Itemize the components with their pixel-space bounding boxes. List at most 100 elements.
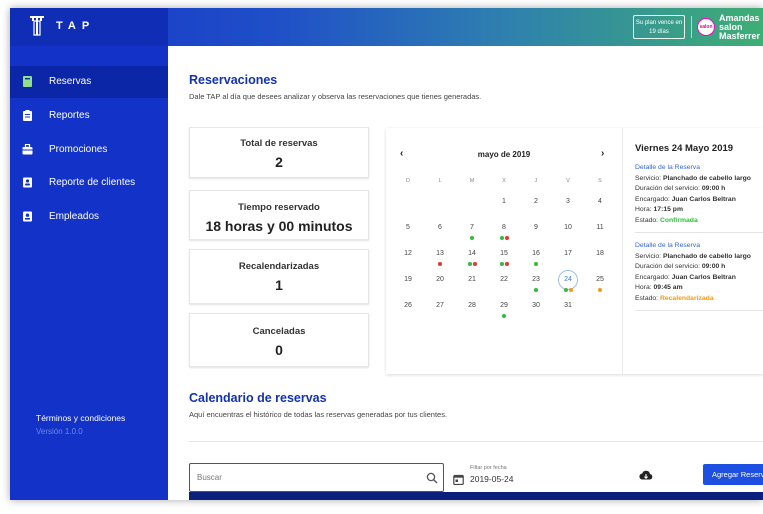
event-marker-red (504, 236, 509, 240)
calendar-day[interactable]: 14 (462, 250, 482, 257)
calendar-day[interactable]: 22 (494, 276, 514, 283)
stat-card-total: Total de reservas 2 (189, 127, 369, 178)
sidebar-item-reporte-clientes[interactable]: Reporte de clientes (10, 167, 168, 199)
avatar[interactable]: salon (697, 18, 715, 36)
weekday-header: J (534, 178, 538, 184)
calendar-day[interactable]: 17 (558, 250, 578, 257)
weekday-header: S (598, 178, 602, 184)
status-badge: Confirmada (659, 216, 698, 224)
calendar-day[interactable]: 13 (430, 250, 450, 257)
date-filter-value[interactable]: 2019-05-24 (470, 474, 513, 484)
logo-text: TAP (56, 20, 96, 32)
duration-value: 09:00 h (701, 185, 726, 192)
calendar-day[interactable]: 30 (526, 302, 546, 309)
calendar-day[interactable]: 7 (462, 224, 482, 231)
manager-value: Juan Carlos Beltran (671, 273, 736, 281)
add-reservation-button[interactable]: Agregar Reservas (703, 464, 763, 485)
calendar-day[interactable]: 27 (430, 302, 450, 309)
terms-link[interactable]: Términos y condiciones (36, 413, 125, 423)
event-marker-orange (568, 288, 573, 292)
calendar-day[interactable]: 20 (430, 276, 450, 283)
stat-value: 18 horas y 00 minutos (205, 218, 353, 234)
logo[interactable]: TAP (10, 8, 168, 46)
calendar-day[interactable]: 31 (558, 302, 578, 309)
chevron-left-icon[interactable]: ‹ (400, 148, 403, 159)
duration-value: 09:00 h (701, 263, 726, 270)
stat-card-time: Tiempo reservado 18 horas y 00 minutos (189, 190, 369, 240)
cloud-download-icon[interactable] (639, 469, 653, 481)
panel-divider (622, 128, 623, 374)
event-marker-red (472, 262, 477, 266)
calendar-day[interactable]: 9 (526, 224, 546, 231)
divider (635, 310, 763, 311)
date-filter-label: Filtar por fecha (470, 465, 507, 471)
divider (635, 232, 763, 233)
calendar-day[interactable]: 15 (494, 250, 514, 257)
stat-label: Recalendarizadas (238, 261, 320, 272)
reservation-detail-link[interactable]: Detalle de la Reserva (635, 242, 700, 249)
calendar-icon[interactable] (453, 474, 464, 485)
calendar-day[interactable]: 21 (462, 276, 482, 283)
calendar-day[interactable]: 29 (494, 302, 514, 309)
page-subtitle: Dale TAP al día que desees analizar y ob… (189, 92, 482, 101)
user-name[interactable]: Amandas salon Masferrer (719, 14, 763, 41)
weekday-header: V (566, 178, 570, 184)
event-marker-green (534, 288, 538, 292)
calendar-day[interactable]: 11 (590, 224, 610, 231)
version-label: Versión 1.0.0 (36, 427, 83, 436)
gift-icon (22, 144, 33, 155)
page-title: Reservaciones (189, 73, 278, 87)
calendar-day[interactable]: 8 (494, 224, 514, 231)
time-value: 09:45 am (653, 284, 683, 291)
weekday-header: D (406, 178, 410, 184)
calendar-day[interactable]: 3 (558, 198, 578, 205)
app-window: TAP Su plan vence en 19 días salon Amand… (10, 8, 763, 500)
search-placeholder: Buscar (197, 473, 222, 482)
sidebar-item-label: Promociones (49, 144, 108, 155)
stat-value: 1 (275, 277, 283, 293)
reservation-detail: Detalle de la Reserva Servicio: Planchad… (635, 164, 751, 224)
weekday-header: M (469, 178, 475, 184)
sidebar-item-reservas[interactable]: Reservas (10, 66, 168, 98)
calendar-day[interactable]: 5 (398, 224, 418, 231)
calendar-day[interactable]: 2 (526, 198, 546, 205)
manager-value: Juan Carlos Beltran (671, 195, 736, 203)
badge-icon (23, 211, 32, 222)
sidebar-item-empleados[interactable]: Empleados (10, 201, 168, 233)
sidebar-item-label: Reportes (49, 110, 90, 121)
calendar-month-label: mayo de 2019 (477, 150, 531, 159)
sidebar-item-promociones[interactable]: Promociones (10, 134, 168, 166)
stat-card-rescheduled: Recalendarizadas 1 (189, 249, 369, 304)
event-marker-green (502, 314, 506, 318)
calendar-panel: ‹ mayo de 2019 › Viernes 24 Mayo 2019 De… (386, 128, 763, 374)
calendar-day[interactable]: 1 (494, 198, 514, 205)
stat-value: 2 (275, 154, 283, 170)
plan-expiry-badge[interactable]: Su plan vence en 19 días (633, 15, 685, 39)
calendar-day[interactable]: 19 (398, 276, 418, 283)
reservation-detail-link[interactable]: Detalle de la Reserva (635, 164, 700, 171)
chevron-right-icon[interactable]: › (601, 148, 604, 159)
sidebar-item-label: Empleados (49, 211, 100, 222)
divider (189, 441, 763, 442)
calendar-day[interactable]: 23 (526, 276, 546, 283)
sidebar-item-reportes[interactable]: Reportes (10, 100, 168, 132)
table-header-bar (189, 492, 763, 500)
event-marker-red (438, 262, 442, 266)
search-icon[interactable] (426, 472, 438, 484)
selected-date-title: Viernes 24 Mayo 2019 (635, 143, 734, 154)
sidebar: Reservas Reportes Promociones Reporte de… (10, 46, 168, 500)
calendar-day[interactable]: 6 (430, 224, 450, 231)
search-input[interactable]: Buscar (189, 463, 444, 492)
calendar-day[interactable]: 18 (590, 250, 610, 257)
event-marker-green (499, 262, 504, 266)
calendar-day[interactable]: 4 (590, 198, 610, 205)
calendar-day[interactable]: 12 (398, 250, 418, 257)
time-value: 17:15 pm (653, 206, 683, 213)
calendar-day[interactable]: 28 (462, 302, 482, 309)
weekday-header: X (502, 178, 506, 184)
calendar-day[interactable]: 26 (398, 302, 418, 309)
calendar-day[interactable]: 24 (558, 276, 578, 283)
calendar-day[interactable]: 16 (526, 250, 546, 257)
calendar-day[interactable]: 10 (558, 224, 578, 231)
calendar-day[interactable]: 25 (590, 276, 610, 283)
